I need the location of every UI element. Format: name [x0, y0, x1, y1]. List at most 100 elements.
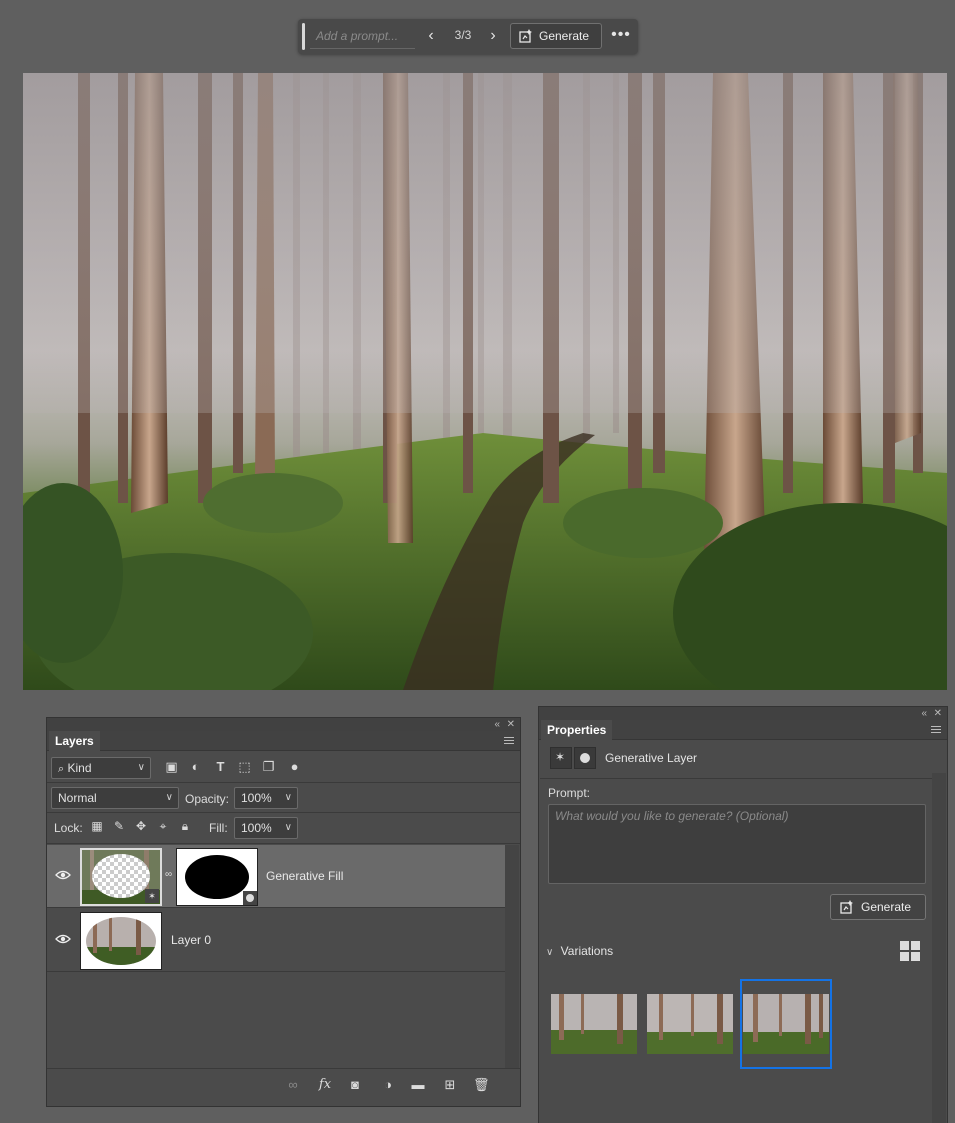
- document-canvas[interactable]: [23, 73, 947, 690]
- layer-type-label: Generative Layer: [605, 751, 698, 765]
- forest-image: [23, 73, 947, 690]
- layer-row-layer-0[interactable]: Layer 0: [47, 909, 505, 971]
- layer-thumbnail[interactable]: ✶: [80, 848, 162, 906]
- lock-transparency-icon[interactable]: ▦: [90, 819, 104, 833]
- taskbar-generate-label: Generate: [539, 29, 590, 43]
- panel-menu-icon[interactable]: [504, 737, 514, 744]
- chevron-down-icon: ∨: [546, 947, 554, 958]
- taskbar-generate-button[interactable]: Generate: [510, 23, 602, 49]
- new-group-icon[interactable]: ▬: [410, 1077, 426, 1093]
- adjustment-layer-filter-icon[interactable]: ◐: [188, 759, 203, 774]
- search-icon: ⌕: [58, 763, 65, 775]
- pixel-layer-filter-icon[interactable]: ▣: [164, 759, 179, 774]
- tab-properties[interactable]: Properties: [541, 720, 613, 740]
- generative-badge-icon: ✶: [145, 889, 159, 903]
- prompt-textarea[interactable]: What would you like to generate? (Option…: [548, 804, 926, 884]
- layers-bottom-toolbar: ∞ fx ◙ ◑ ▬ ⊞ 🗑︎: [47, 1068, 520, 1100]
- contextual-task-bar: Add a prompt... ‹ 3/3 › Generate •••: [298, 19, 638, 54]
- mask-link-icon[interactable]: ∞: [165, 869, 173, 883]
- panel-top-strip: « ✕: [539, 707, 947, 720]
- blend-mode-select[interactable]: Normal ∨: [51, 787, 179, 809]
- layer-row-generative-fill[interactable]: ✶ ∞ Generative Fill: [47, 845, 505, 907]
- properties-panel: « ✕ Properties ✶ Generative Layer Prompt…: [538, 706, 948, 1123]
- taskbar-grip-handle[interactable]: [302, 23, 305, 50]
- type-layer-filter-icon[interactable]: T: [213, 759, 228, 774]
- chevron-down-icon: ∨: [165, 792, 173, 803]
- layer-name[interactable]: Layer 0: [171, 933, 211, 947]
- variation-thumbnail-1[interactable]: [551, 994, 637, 1054]
- fill-field[interactable]: 100% ∨: [234, 817, 298, 839]
- close-icon[interactable]: ✕: [507, 718, 515, 731]
- link-layers-icon[interactable]: ∞: [285, 1077, 301, 1093]
- taskbar-prompt-input[interactable]: Add a prompt...: [310, 24, 415, 49]
- prompt-label: Prompt:: [548, 786, 591, 800]
- delete-layer-icon[interactable]: 🗑︎: [473, 1077, 490, 1093]
- lock-artboard-icon[interactable]: ⌖: [156, 819, 170, 833]
- adjustment-layer-icon[interactable]: ◑: [380, 1077, 396, 1093]
- generate-label: Generate: [861, 900, 912, 914]
- close-icon[interactable]: ✕: [934, 707, 942, 720]
- collapse-icon[interactable]: «: [921, 707, 927, 720]
- lock-row: Lock: ▦ ✎ ✥ ⌖ 🔒︎ Fill: 100% ∨: [47, 813, 520, 843]
- generate-icon: [840, 900, 853, 914]
- visibility-eye-icon[interactable]: [55, 933, 71, 945]
- chevron-down-icon: ∨: [137, 762, 145, 773]
- layer-mask-thumbnail[interactable]: [176, 848, 258, 906]
- layer-thumbnail[interactable]: [80, 912, 162, 970]
- collapse-icon[interactable]: «: [494, 718, 500, 731]
- generate-button[interactable]: Generate: [830, 894, 926, 920]
- layers-scrollbar[interactable]: [505, 845, 519, 1068]
- layers-panel: « ✕ Layers ⌕ Kind ∨ ▣ ◐ T ⬚ ❐ ● Normal ∨…: [46, 717, 521, 1107]
- panel-menu-icon[interactable]: [931, 726, 941, 733]
- lock-position-icon[interactable]: ✥: [134, 819, 148, 833]
- mask-badge-icon: [243, 891, 257, 905]
- lock-all-icon[interactable]: 🔒︎: [178, 819, 192, 833]
- layer-0-thumbnail: [81, 913, 161, 969]
- visibility-eye-icon[interactable]: [55, 869, 71, 881]
- mask-icon[interactable]: [574, 747, 596, 769]
- layer-filter-row: ⌕ Kind ∨ ▣ ◐ T ⬚ ❐ ●: [47, 753, 520, 783]
- variation-2-image: [647, 994, 733, 1054]
- kind-filter-select[interactable]: ⌕ Kind ∨: [51, 757, 151, 779]
- tab-layers[interactable]: Layers: [49, 731, 100, 751]
- divider: [540, 778, 932, 779]
- properties-scrollbar[interactable]: [932, 773, 946, 1123]
- fill-label: Fill:: [209, 821, 228, 835]
- divider: [47, 971, 505, 972]
- add-mask-icon[interactable]: ◙: [347, 1077, 363, 1093]
- chevron-down-icon: ∨: [284, 822, 292, 833]
- variation-thumbnail-3[interactable]: [743, 994, 829, 1054]
- more-icon[interactable]: •••: [610, 27, 632, 45]
- shape-layer-filter-icon[interactable]: ⬚: [237, 759, 252, 774]
- smart-object-filter-icon[interactable]: ❐: [261, 759, 276, 774]
- lock-image-pixels-icon[interactable]: ✎: [112, 819, 126, 833]
- opacity-value: 100%: [241, 791, 272, 805]
- generative-layer-icon: ✶: [550, 747, 572, 769]
- lock-label: Lock:: [54, 821, 83, 835]
- chevron-left-icon[interactable]: ‹: [422, 27, 440, 45]
- opacity-field[interactable]: 100% ∨: [234, 787, 298, 809]
- properties-content: ✶ Generative Layer Prompt: What would yo…: [540, 741, 932, 1123]
- variation-3-image: [743, 994, 829, 1054]
- variation-thumbnail-2[interactable]: [647, 994, 733, 1054]
- properties-tab-row: Properties: [539, 720, 947, 740]
- layers-tab-row: Layers: [47, 731, 520, 751]
- kind-filter-label: Kind: [67, 761, 92, 775]
- variation-counter: 3/3: [454, 28, 472, 42]
- chevron-right-icon[interactable]: ›: [484, 27, 502, 45]
- panel-top-strip: « ✕: [47, 718, 520, 731]
- variations-section-toggle[interactable]: ∨ Variations: [546, 944, 613, 958]
- layer-name[interactable]: Generative Fill: [266, 869, 343, 883]
- grid-view-icon[interactable]: [900, 941, 920, 961]
- fill-value: 100%: [241, 821, 272, 835]
- blend-row: Normal ∨ Opacity: 100% ∨: [47, 783, 520, 813]
- chevron-down-icon: ∨: [284, 792, 292, 803]
- fx-icon[interactable]: fx: [317, 1077, 333, 1093]
- divider: [47, 843, 520, 844]
- new-layer-icon[interactable]: ⊞: [442, 1077, 458, 1093]
- divider: [47, 907, 505, 908]
- variation-1-image: [551, 994, 637, 1054]
- generate-icon: [519, 29, 532, 43]
- blend-mode-label: Normal: [58, 791, 97, 805]
- filter-toggle-icon[interactable]: ●: [287, 759, 302, 774]
